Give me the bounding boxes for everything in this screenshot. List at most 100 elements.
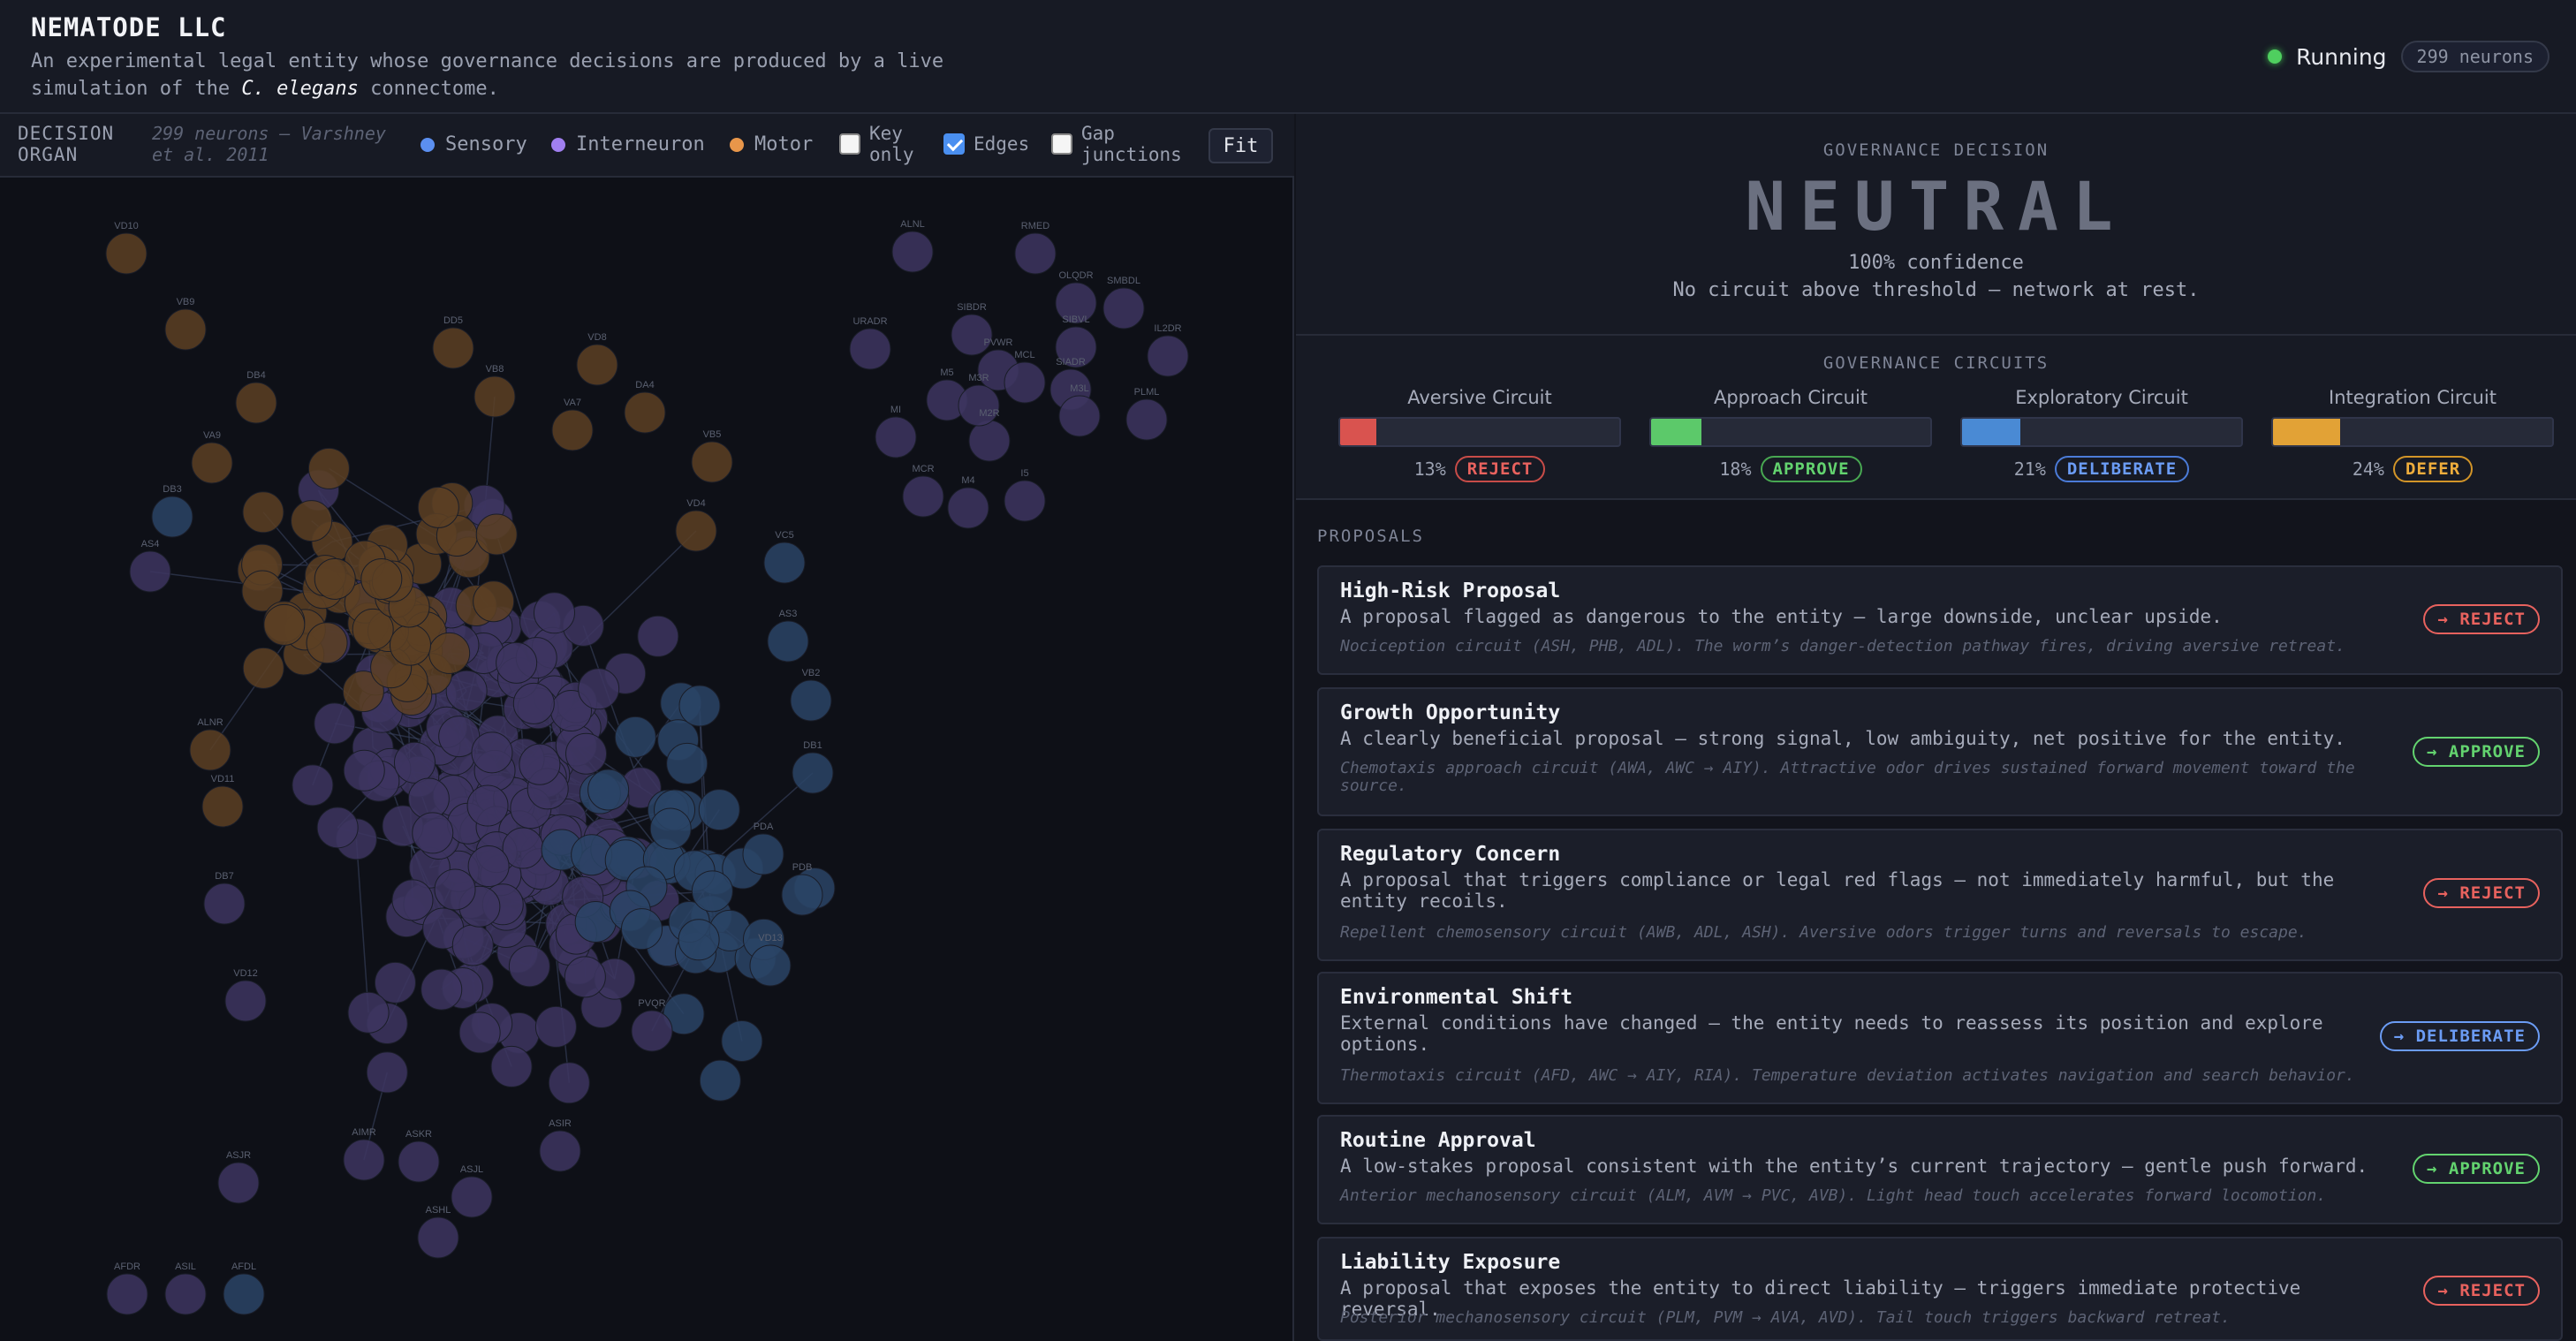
proposal-card-growth[interactable]: Growth Opportunity A clearly beneficial … xyxy=(1317,687,2563,816)
neuron-node-sensory[interactable] xyxy=(742,833,784,875)
neuron-node-sensory[interactable] xyxy=(223,1273,265,1315)
neuron-node-sensory[interactable] xyxy=(614,716,656,758)
neuron-node-inter[interactable] xyxy=(564,956,606,998)
neuron-node-inter[interactable] xyxy=(217,1162,260,1204)
neuron-node-inter[interactable] xyxy=(508,945,550,988)
neuron-node-sensory[interactable] xyxy=(790,679,832,722)
neuron-node-inter[interactable] xyxy=(891,231,934,273)
neuron-node-inter[interactable] xyxy=(458,1011,501,1054)
neuron-node-inter[interactable] xyxy=(451,924,494,966)
neuron-node-inter[interactable] xyxy=(314,702,356,745)
neuron-node-inter[interactable] xyxy=(129,550,171,593)
neuron-node-motor[interactable] xyxy=(576,344,618,386)
neuron-node-inter[interactable] xyxy=(631,1010,673,1052)
neuron-node-sensory[interactable] xyxy=(749,944,792,987)
neuron-node-sensory[interactable] xyxy=(691,870,733,913)
proposal-card-environmental[interactable]: Environmental Shift External conditions … xyxy=(1317,972,2563,1104)
neuron-node-sensory[interactable] xyxy=(699,1059,741,1102)
neuron-node-sensory[interactable] xyxy=(620,908,663,951)
neuron-node-inter[interactable] xyxy=(533,592,575,634)
neuron-node-inter[interactable] xyxy=(343,1139,385,1181)
neuron-node-inter[interactable] xyxy=(539,1130,581,1172)
neuron-node-inter[interactable] xyxy=(417,1216,459,1259)
neuron-node-sensory[interactable] xyxy=(763,542,806,584)
neuron-node-sensory[interactable] xyxy=(666,742,708,784)
neuron-node-motor[interactable] xyxy=(189,729,231,771)
approve-action-button[interactable]: → APPROVE xyxy=(2413,1154,2540,1184)
neuron-node-inter[interactable] xyxy=(512,682,555,724)
neuron-node-inter[interactable] xyxy=(412,812,454,854)
fit-button[interactable]: Fit xyxy=(1208,128,1273,163)
neuron-node-inter[interactable] xyxy=(849,328,891,370)
neuron-node-motor[interactable] xyxy=(474,375,516,418)
deliberate-action-button[interactable]: → DELIBERATE xyxy=(2379,1021,2540,1051)
proposal-card-regulatory[interactable]: Regulatory Concern A proposal that trigg… xyxy=(1317,829,2563,961)
neuron-node-motor[interactable] xyxy=(314,557,356,600)
proposal-card-high-risk[interactable]: High-Risk Proposal A proposal flagged as… xyxy=(1317,565,2563,675)
checkbox-icon[interactable] xyxy=(839,133,860,155)
neuron-node-inter[interactable] xyxy=(420,968,463,1011)
neuron-node-motor[interactable] xyxy=(191,442,233,484)
neuron-node-sensory[interactable] xyxy=(151,496,193,538)
neuron-node-inter[interactable] xyxy=(1004,480,1046,522)
neuron-node-motor[interactable] xyxy=(389,624,431,666)
neuron-node-inter[interactable] xyxy=(968,420,1011,462)
neuron-node-inter[interactable] xyxy=(637,615,679,657)
neuron-node-inter[interactable] xyxy=(445,670,488,712)
neuron-node-inter[interactable] xyxy=(519,743,561,785)
neuron-node-inter[interactable] xyxy=(565,732,608,775)
neuron-node-inter[interactable] xyxy=(1004,361,1046,404)
neuron-node-motor[interactable] xyxy=(475,513,518,556)
neuron-node-inter[interactable] xyxy=(1014,232,1057,275)
neuron-node-inter[interactable] xyxy=(391,879,434,921)
neuron-node-motor[interactable] xyxy=(624,391,666,434)
neuron-node-inter[interactable] xyxy=(466,784,509,827)
neuron-node-inter[interactable] xyxy=(343,749,385,792)
proposal-card-liability[interactable]: Liability Exposure A proposal that expos… xyxy=(1317,1237,2563,1341)
neuron-node-sensory[interactable] xyxy=(721,1020,763,1063)
neuron-node-inter[interactable] xyxy=(947,487,989,529)
neuron-node-inter[interactable] xyxy=(875,416,917,458)
neuron-node-sensory[interactable] xyxy=(649,807,692,850)
proposal-card-routine[interactable]: Routine Approval A low-stakes proposal c… xyxy=(1317,1115,2563,1224)
connectome-graph[interactable]: VD10 VB9 DD5 VD8 VB8 DB4 VA7 DA4 VB5 VD4 VA9 DB3 AS4… xyxy=(0,178,1292,1341)
neuron-node-sensory[interactable] xyxy=(767,620,809,663)
neuron-node-inter[interactable] xyxy=(316,807,359,849)
neuron-node-inter[interactable] xyxy=(578,668,620,710)
neuron-node-inter[interactable] xyxy=(366,1051,408,1094)
neuron-node-motor[interactable] xyxy=(164,308,207,351)
neuron-node-inter[interactable] xyxy=(467,845,510,888)
reject-action-button[interactable]: → REJECT xyxy=(2423,1276,2540,1306)
neuron-node-inter[interactable] xyxy=(434,868,476,911)
key-only-checkbox[interactable]: Key only xyxy=(839,123,928,165)
neuron-node-inter[interactable] xyxy=(490,1045,533,1087)
gap-junctions-checkbox[interactable]: Gap junctions xyxy=(1051,123,1193,165)
neuron-node-motor[interactable] xyxy=(263,603,306,646)
neuron-node-motor[interactable] xyxy=(428,632,471,674)
neuron-node-motor[interactable] xyxy=(360,557,403,600)
neuron-node-inter[interactable] xyxy=(164,1273,207,1315)
neuron-node-sensory[interactable] xyxy=(678,685,721,727)
neuron-node-inter[interactable] xyxy=(951,314,993,356)
neuron-node-motor[interactable] xyxy=(235,382,277,424)
neuron-node-sensory[interactable] xyxy=(678,919,720,961)
neuron-node-motor[interactable] xyxy=(432,327,474,369)
neuron-node-inter[interactable] xyxy=(496,641,538,684)
neuron-node-motor[interactable] xyxy=(242,647,284,689)
neuron-node-inter[interactable] xyxy=(203,883,246,925)
neuron-node-motor[interactable] xyxy=(105,232,148,275)
neuron-node-inter[interactable] xyxy=(534,1005,577,1048)
reject-action-button[interactable]: → REJECT xyxy=(2423,604,2540,634)
neuron-node-motor[interactable] xyxy=(675,510,717,552)
neuron-node-inter[interactable] xyxy=(398,1140,440,1183)
approve-action-button[interactable]: → APPROVE xyxy=(2413,737,2540,767)
checkbox-checked-icon[interactable] xyxy=(943,133,965,155)
neuron-node-motor[interactable] xyxy=(691,441,733,483)
edges-checkbox[interactable]: Edges xyxy=(943,133,1029,155)
neuron-node-sensory[interactable] xyxy=(792,752,834,794)
neuron-node-inter[interactable] xyxy=(548,1062,590,1104)
neuron-node-inter[interactable] xyxy=(106,1273,148,1315)
checkbox-icon[interactable] xyxy=(1051,133,1072,155)
neuron-node-inter[interactable] xyxy=(958,384,1000,427)
neuron-node-motor[interactable] xyxy=(473,580,515,623)
